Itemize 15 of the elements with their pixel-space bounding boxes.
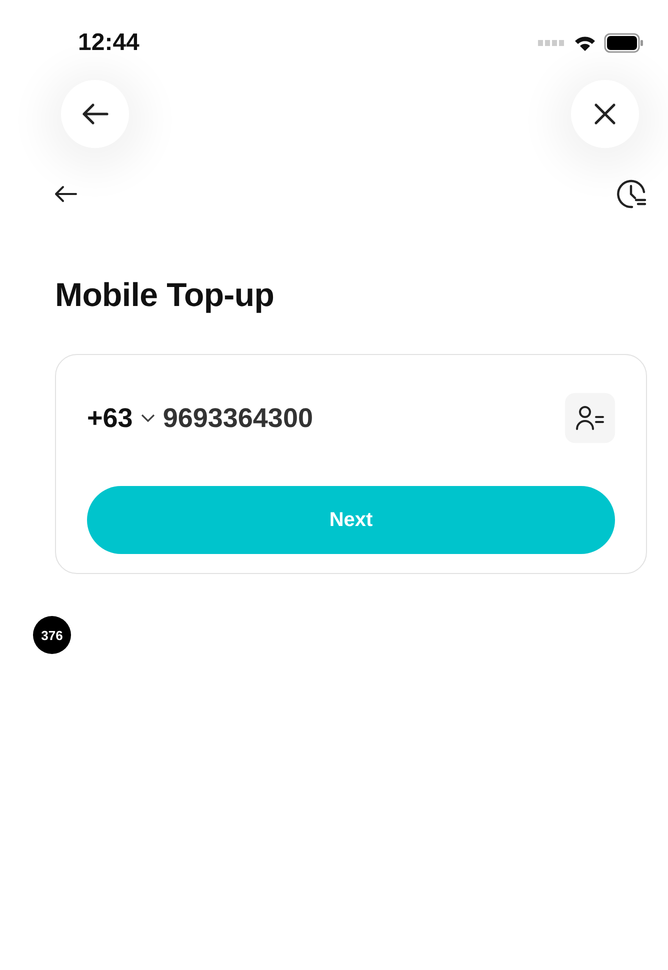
- close-icon: [593, 102, 617, 126]
- contacts-button[interactable]: [565, 393, 615, 443]
- history-icon[interactable]: [616, 178, 648, 210]
- chevron-down-icon: [140, 414, 155, 422]
- count-badge: 376: [33, 616, 71, 654]
- status-time: 12:44: [78, 29, 140, 57]
- back-arrow-icon[interactable]: [54, 185, 78, 203]
- country-code-dropdown[interactable]: +63: [87, 402, 155, 434]
- signal-icon: [538, 40, 566, 46]
- back-arrow-icon: [81, 102, 109, 126]
- page-title: Mobile Top-up: [55, 276, 276, 314]
- battery-icon: [604, 33, 644, 53]
- contact-list-icon: [575, 405, 605, 431]
- wifi-icon: [574, 34, 596, 52]
- phone-number-field[interactable]: 9693364300: [162, 402, 565, 434]
